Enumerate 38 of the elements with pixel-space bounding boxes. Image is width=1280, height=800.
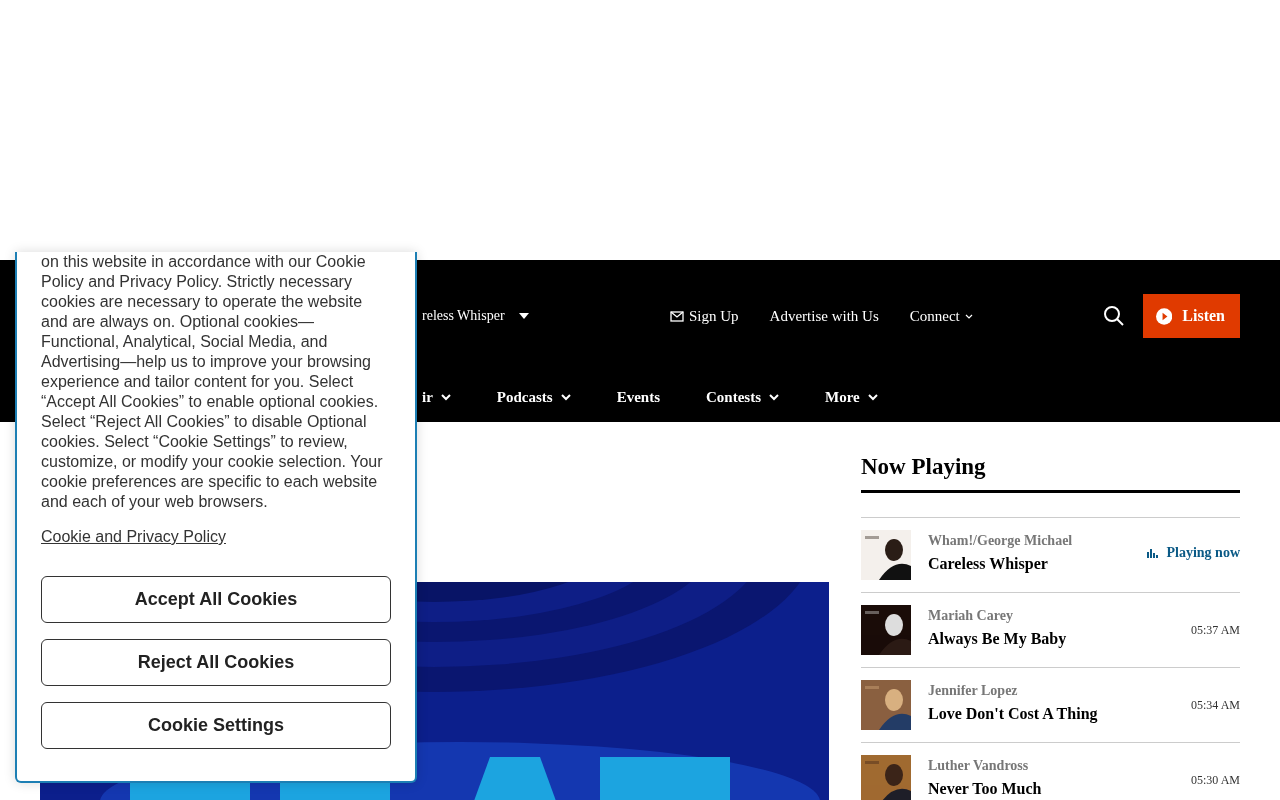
artist-name: Luther Vandross [928, 758, 1030, 774]
artist-name: Mariah Carey [928, 608, 1014, 624]
chevron-down-icon [964, 313, 973, 319]
song-title[interactable]: Never Too Much [928, 780, 1174, 798]
play-time: 05:37 AM [1191, 622, 1240, 638]
envelope-icon [670, 310, 684, 322]
cookie-notice-text: on this website in accordance with our Cookie Policy and Privacy Policy. Strictly necessary cookies are necessary to operate the website and are always on. Optional cookies—Functional, Analytical, Social Media, and Advertising—help us to improve your browsing experience and tailor content for you. Select “Accept All Cookies” to enable optional cookies. Select “Reject All Cookies” to disable Optional cookies. Select “Cookie Settings” to review, customize, or modify your cookie selection. Your cookie preferences are specific to each website and each of your web browsers. [41, 252, 384, 512]
chevron-down-icon [867, 393, 878, 401]
nav-item[interactable]: Contests [706, 388, 779, 406]
equalizer-icon [1147, 548, 1159, 558]
play-time: 05:34 AM [1191, 697, 1240, 713]
cookie-button[interactable]: Cookie Settings [41, 702, 391, 749]
chevron-down-icon [560, 393, 571, 401]
chevron-down-icon [769, 393, 779, 401]
privacy-policy-link[interactable]: Cookie and Privacy Policy [41, 528, 226, 546]
artist-name: Wham!/George Michael [928, 533, 1074, 549]
section-heading: Now Playing [861, 422, 1240, 493]
nav-item[interactable]: ir [422, 388, 451, 406]
playing-now-indicator: Playing now [1147, 545, 1240, 561]
header-link[interactable]: Advertise with Us [769, 307, 879, 325]
song-title[interactable]: Careless Whisper [928, 555, 1131, 573]
play-time: 05:30 AM [1191, 772, 1240, 788]
chevron-down-icon [440, 393, 451, 401]
header-link[interactable]: Connect [909, 307, 973, 325]
song-title[interactable]: Always Be My Baby [928, 630, 1174, 648]
listen-button[interactable]: Listen [1143, 294, 1240, 338]
nav-item[interactable]: Podcasts [496, 388, 571, 406]
nav-item[interactable]: Events [616, 388, 660, 406]
nav-item[interactable]: More [825, 388, 878, 406]
cookie-button[interactable]: Reject All Cookies [41, 639, 391, 686]
play-icon [1156, 305, 1173, 327]
track-title: reless Whisper [422, 308, 505, 324]
search-icon[interactable] [1103, 305, 1125, 327]
cookie-button[interactable]: Accept All Cookies [41, 576, 391, 623]
song-title[interactable]: Love Don't Cost A Thing [928, 705, 1174, 723]
header-link[interactable]: Sign Up [670, 307, 739, 325]
caret-icon[interactable] [518, 313, 529, 319]
artist-name: Jennifer Lopez [928, 683, 1019, 699]
